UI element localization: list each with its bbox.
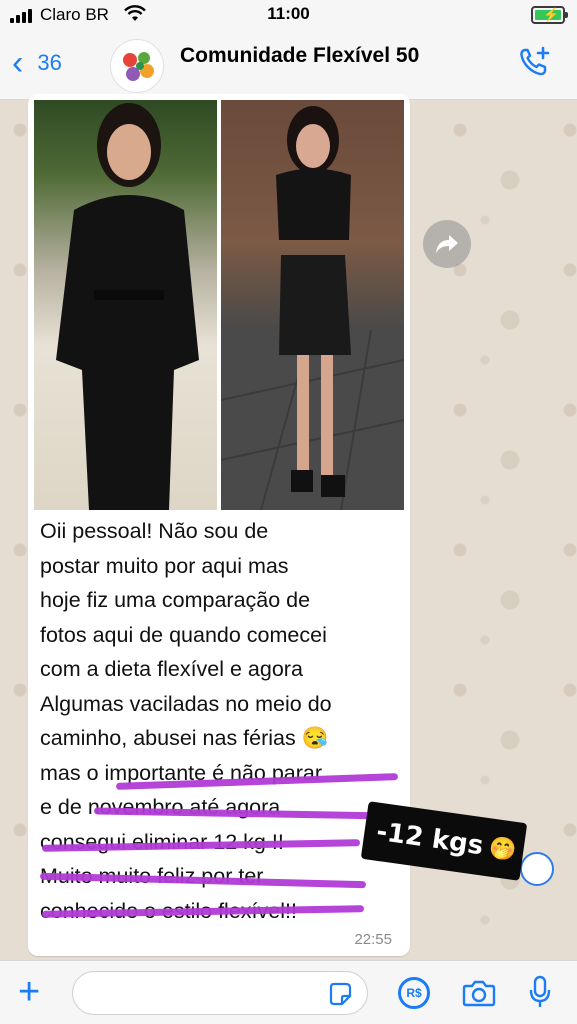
message-input[interactable] [85,972,325,1012]
scroll-down-button[interactable] [520,852,554,886]
forward-button[interactable] [423,220,471,268]
unread-count: 36 [37,50,62,75]
camera-icon[interactable] [462,979,496,1007]
microphone-icon[interactable] [528,975,552,1009]
payment-button[interactable]: R$ [398,977,430,1009]
message-line: com a dieta flexível e agora [40,657,303,681]
message-time: 22:55 [354,931,392,948]
sticker-icon[interactable] [327,981,353,1007]
chevron-left-icon: ‹ [12,44,24,82]
before-photo [34,100,217,510]
message-line: postar muito por aqui mas [40,553,289,578]
message-line: hoje fiz uma comparação de [40,588,311,612]
payment-label: R$ [406,986,422,1000]
message-line: Algumas vaciladas no meio do [40,691,332,716]
group-avatar[interactable] [110,39,164,93]
attach-button[interactable]: + [18,973,40,1011]
message-line: e de novembro até agora [40,795,281,819]
comparison-photo[interactable] [34,100,404,510]
message-bubble[interactable]: Oii pessoal! Não sou de postar muito por… [28,94,410,956]
battery-icon: ⚡ [531,6,568,24]
after-photo [221,100,404,510]
status-time: 11:00 [267,4,310,23]
back-button[interactable]: ‹ 36 [12,44,62,82]
chat-title[interactable]: Comunidade Flexível 50 [180,44,419,68]
composer-bar: + R$ [0,960,577,1024]
sticker-text: -12 kgs [374,816,486,862]
message-input-wrapper[interactable] [72,971,368,1015]
status-bar: Claro BR 11:00 ⚡ [0,0,577,30]
message-text: Oii pessoal! Não sou de postar muito por… [40,514,400,928]
chat-header: ‹ 36 Comunidade Flexível 50 [0,30,577,100]
forward-icon [436,235,458,253]
message-line: caminho, abusei nas férias 😪 [40,726,329,750]
message-line: Oii pessoal! Não sou de [40,519,269,543]
sticker-emoji: 🤭 [487,834,518,864]
message-line: fotos aqui de quando comecei [40,622,327,647]
add-call-icon[interactable] [517,44,553,80]
avatar-food-logo [116,45,160,89]
